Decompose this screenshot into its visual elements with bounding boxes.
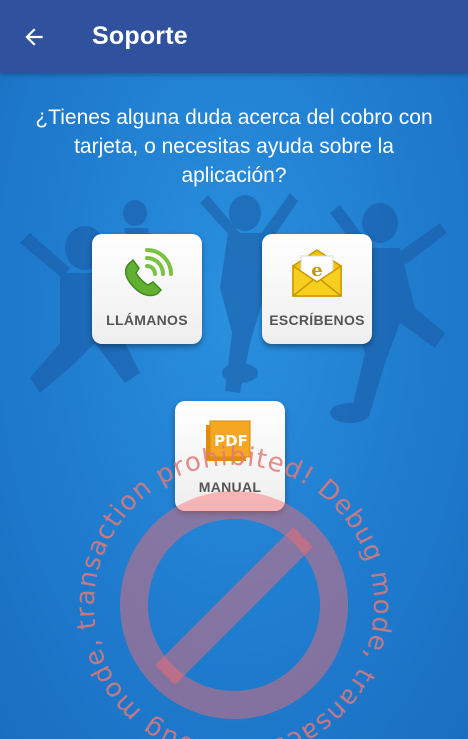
support-question: ¿Tienes alguna duda acerca del cobro con… bbox=[35, 106, 433, 187]
manual-button[interactable]: PDF MANUAL bbox=[175, 401, 285, 511]
call-us-button[interactable]: LLÁMANOS bbox=[92, 234, 202, 344]
page-title: Soporte bbox=[92, 22, 188, 50]
envelope-icon: e bbox=[292, 249, 342, 297]
manual-label: MANUAL bbox=[198, 479, 262, 495]
svg-text:e: e bbox=[311, 260, 322, 281]
call-us-label: LLÁMANOS bbox=[106, 312, 188, 328]
arrow-left-icon bbox=[25, 27, 43, 46]
pdf-icon-text: PDF bbox=[214, 432, 248, 450]
write-us-label: ESCRÍBENOS bbox=[269, 312, 365, 328]
support-content: ¿Tienes alguna duda acerca del cobro con… bbox=[0, 73, 468, 739]
write-us-button[interactable]: e ESCRÍBENOS bbox=[262, 234, 372, 344]
app-bar: Soporte bbox=[0, 0, 468, 73]
phone-icon bbox=[125, 248, 173, 297]
back-button[interactable] bbox=[0, 0, 70, 73]
pdf-icon: PDF bbox=[206, 420, 251, 461]
